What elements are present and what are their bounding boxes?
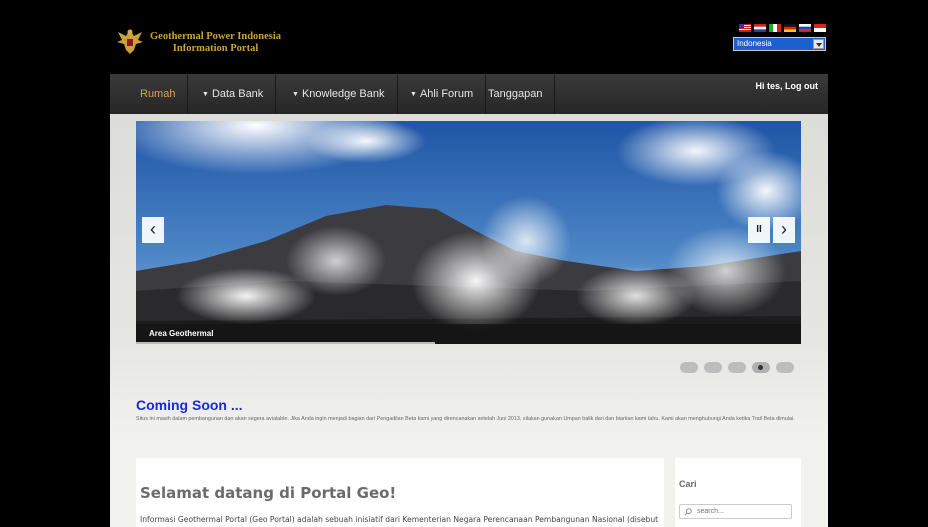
- nav-item-data-bank[interactable]: ▼ Data Bank: [190, 74, 277, 114]
- flag-id-icon[interactable]: [814, 24, 826, 32]
- slider-pause-button[interactable]: II: [748, 217, 770, 243]
- site-header: Geothermal Power Indonesia Information P…: [110, 10, 828, 74]
- notice-text: Situs ini masih dalam pembangunan dan ak…: [136, 416, 795, 422]
- site-title-line2: Information Portal: [172, 43, 259, 54]
- caret-down-icon: ▼: [410, 91, 417, 98]
- slider-next-button[interactable]: ›: [773, 217, 795, 243]
- site-title[interactable]: Geothermal Power Indonesia Information P…: [150, 31, 281, 55]
- caret-down-icon: ▼: [202, 91, 209, 98]
- notice-title: Coming Soon ...: [136, 397, 243, 413]
- search-icon: [684, 508, 692, 516]
- flag-us-icon[interactable]: [739, 24, 751, 32]
- nav-item-label: Data Bank: [211, 88, 264, 100]
- main-nav: Rumah ▼ Data Bank ▼ Knowledge Bank ▼ Ahli F…: [110, 74, 828, 114]
- slide-caption: Area Geothermal: [136, 324, 801, 344]
- caret-down-icon: ▼: [292, 91, 299, 98]
- nav-item-label: Rumah: [140, 88, 176, 100]
- slide-progress-bar: [136, 342, 435, 344]
- nav-item-rumah[interactable]: Rumah: [128, 74, 189, 114]
- main-content: Area Geothermal ‹ II › Coming Soon ... S…: [110, 114, 828, 527]
- slider-dot[interactable]: [728, 362, 746, 373]
- slider-pagination: [680, 362, 794, 373]
- nav-item-label: Knowledge Bank: [301, 88, 385, 100]
- user-logout-link[interactable]: Hi tes, Log out: [756, 81, 819, 91]
- welcome-title: Selamat datang di Portal Geo!: [140, 484, 397, 502]
- slider-dot[interactable]: [704, 362, 722, 373]
- search-input[interactable]: search...: [679, 504, 792, 519]
- language-select-value: Indonesia: [737, 39, 772, 48]
- slider-dot[interactable]: [680, 362, 698, 373]
- slider-dot[interactable]: [776, 362, 794, 373]
- page: Geothermal Power Indonesia Information P…: [110, 10, 828, 527]
- welcome-panel: Selamat datang di Portal Geo! Informasi …: [136, 458, 664, 527]
- site-title-line1: Geothermal Power Indonesia: [150, 31, 282, 42]
- nav-item-label: Tanggapan: [488, 88, 543, 100]
- flag-ru-icon[interactable]: [799, 24, 811, 32]
- nav-item-knowledge-bank[interactable]: ▼ Knowledge Bank: [280, 74, 398, 114]
- slider-dot-active[interactable]: [752, 362, 770, 373]
- search-placeholder: search...: [697, 508, 724, 515]
- search-panel: Cari search...: [675, 458, 801, 527]
- search-title: Cari: [679, 479, 697, 489]
- nav-item-tanggapan[interactable]: Tanggapan: [476, 74, 556, 114]
- language-flags: [739, 24, 826, 32]
- garuda-emblem-icon[interactable]: [116, 26, 144, 56]
- nav-item-label: Ahli Forum: [419, 88, 474, 100]
- welcome-text: Informasi Geothermal Portal (Geo Portal)…: [140, 515, 659, 524]
- flag-nl-icon[interactable]: [754, 24, 766, 32]
- geothermal-landscape-image: [136, 121, 801, 344]
- flag-de-icon[interactable]: [784, 24, 796, 32]
- language-select[interactable]: Indonesia: [733, 37, 826, 51]
- flag-it-icon[interactable]: [769, 24, 781, 32]
- slider-prev-button[interactable]: ‹: [142, 217, 164, 243]
- image-slider[interactable]: Area Geothermal ‹ II ›: [136, 121, 801, 344]
- nav-item-ahli-forum[interactable]: ▼ Ahli Forum: [398, 74, 487, 114]
- chevron-down-icon[interactable]: [813, 39, 824, 49]
